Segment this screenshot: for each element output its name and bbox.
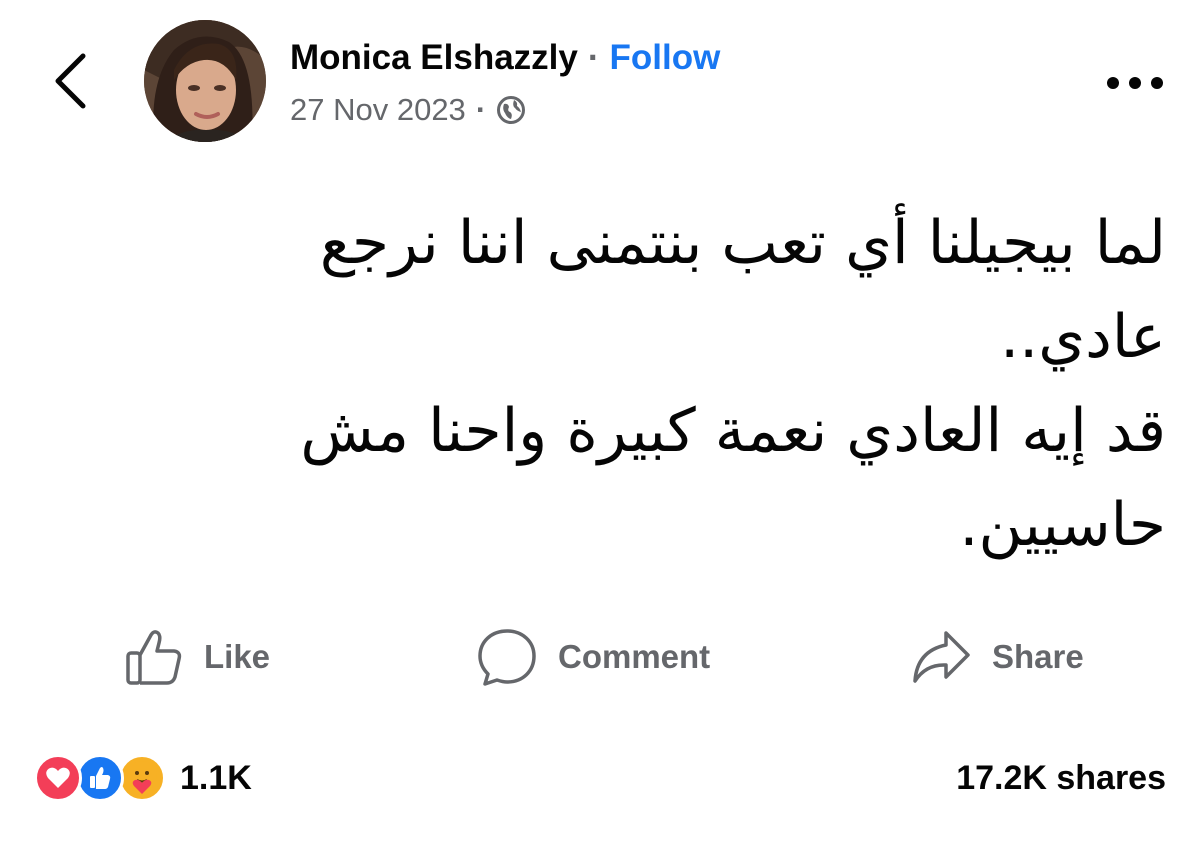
post-header-name-row: Monica Elshazzly · Follow [290,34,720,82]
love-reaction-icon [34,754,82,802]
post-text: لما بيجيلنا أي تعب بنتمنى اننا نرجع عادي… [126,196,1166,572]
separator-dot: · [587,38,600,77]
like-button[interactable]: Like [124,622,270,692]
like-label: Like [204,638,271,675]
post-text-line: حاسيين. [959,490,1166,560]
follow-button[interactable]: Follow [610,38,721,78]
more-options-button[interactable] [1100,66,1170,100]
chevron-left-icon [55,53,86,109]
avatar[interactable] [144,20,266,142]
reaction-count: 1.1K [180,758,252,797]
reactions-summary[interactable]: 1.1K [34,752,252,804]
share-button[interactable]: Share [910,622,1084,692]
separator-dot: · [475,92,487,127]
post-text-line: قد إيه العادي نعمة كبيرة واحنا مش [300,396,1166,466]
post-text-line: عادي.. [1000,302,1166,372]
like-reaction-icon [76,754,124,802]
post-date[interactable]: 27 Nov 2023 [290,92,466,128]
back-button[interactable] [44,48,96,114]
globe-icon [496,95,526,125]
share-arrow-icon [910,629,972,685]
share-label: Share [992,638,1084,675]
thumbs-up-icon [124,627,184,687]
comment-button[interactable]: Comment [476,622,710,692]
comment-bubble-icon [476,626,538,688]
care-reaction-icon [118,754,166,802]
shares-count[interactable]: 17.2K shares [956,752,1166,804]
post-text-line: لما بيجيلنا أي تعب بنتمنى اننا نرجع [319,208,1166,278]
more-dots-icon [1107,77,1163,89]
author-name[interactable]: Monica Elshazzly [290,38,578,78]
post-meta: 27 Nov 2023 · [290,88,526,132]
comment-label: Comment [558,638,711,675]
avatar-image [144,20,266,142]
